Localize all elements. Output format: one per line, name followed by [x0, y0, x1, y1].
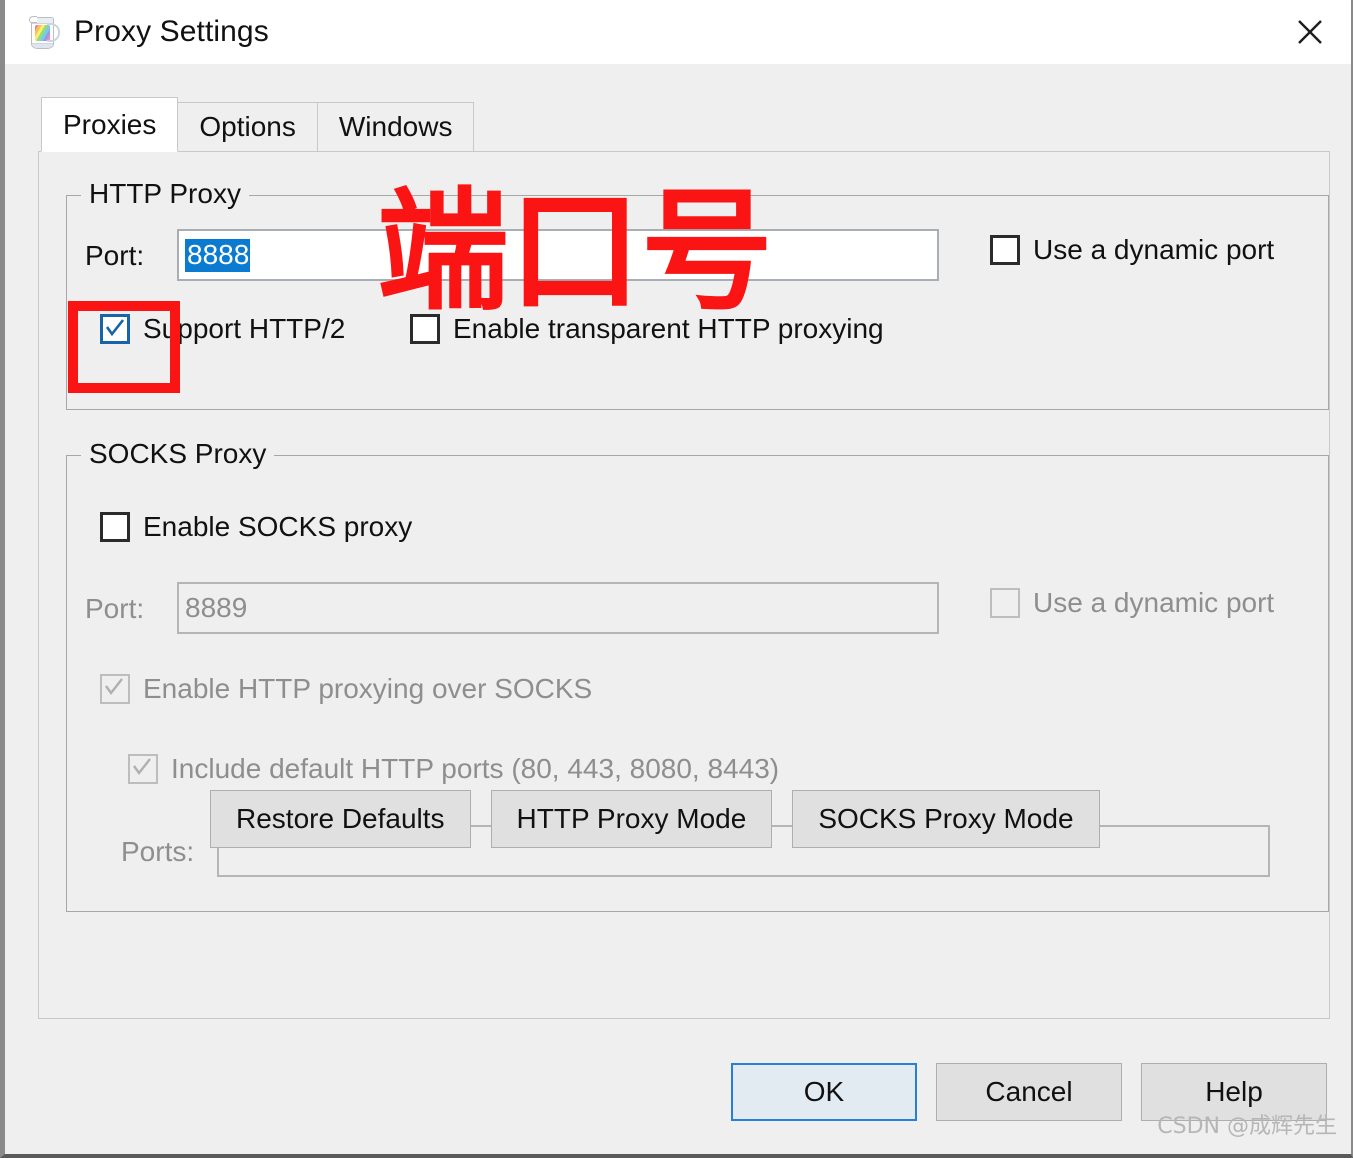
checkbox-box-icon — [990, 588, 1020, 618]
support-http2-checkbox[interactable]: Support HTTP/2 — [100, 313, 345, 345]
socks-proxy-group-title: SOCKS Proxy — [81, 438, 275, 470]
http-proxy-group-title: HTTP Proxy — [81, 178, 249, 210]
tab-windows-label: Windows — [338, 111, 453, 142]
transparent-http-proxying-label: Enable transparent HTTP proxying — [453, 313, 884, 344]
enable-socks-proxy-checkbox[interactable]: Enable SOCKS proxy — [100, 511, 412, 543]
include-default-http-ports-label: Include default HTTP ports (80, 443, 808… — [171, 753, 780, 784]
cancel-button[interactable]: Cancel — [936, 1063, 1122, 1121]
http-proxy-mode-label: HTTP Proxy Mode — [516, 803, 747, 834]
checkbox-box-icon — [100, 512, 130, 542]
mode-button-row: Restore Defaults HTTP Proxy Mode SOCKS P… — [210, 790, 1100, 848]
socks-dynamic-port-checkbox[interactable]: Use a dynamic port — [990, 587, 1274, 619]
checkbox-checked-disabled-icon — [128, 754, 158, 784]
charles-pitcher-icon — [27, 14, 61, 50]
socks-port-label: Port: — [85, 593, 145, 624]
checkbox-checked-disabled-icon — [100, 674, 130, 704]
help-button-label: Help — [1205, 1076, 1263, 1107]
http-over-socks-checkbox[interactable]: Enable HTTP proxying over SOCKS — [100, 673, 592, 705]
proxy-settings-window: Proxy Settings Proxies Options Windows H… — [0, 0, 1353, 1158]
http-dynamic-port-label: Use a dynamic port — [1033, 234, 1275, 265]
ok-button-label: OK — [803, 1076, 845, 1107]
socks-port-input[interactable]: 8889 — [177, 582, 939, 634]
checkbox-box-icon — [990, 235, 1020, 265]
watermark: CSDN @成辉先生 — [1157, 1114, 1337, 1139]
socks-ports-label: Ports: — [121, 836, 195, 867]
tab-options-label: Options — [199, 111, 296, 142]
enable-socks-proxy-label: Enable SOCKS proxy — [143, 511, 413, 542]
support-http2-label: Support HTTP/2 — [143, 313, 346, 344]
tab-proxies-label: Proxies — [63, 108, 157, 140]
tab-options[interactable]: Options — [177, 102, 318, 152]
http-port-input[interactable]: 8888 — [177, 229, 939, 281]
close-icon[interactable] — [1281, 6, 1339, 58]
proxies-tab-panel: HTTP Proxy Port: 8888 Use a dynamic port… — [38, 151, 1330, 1019]
cancel-button-label: Cancel — [985, 1076, 1073, 1107]
restore-defaults-button[interactable]: Restore Defaults — [210, 790, 471, 848]
http-proxy-mode-button[interactable]: HTTP Proxy Mode — [490, 790, 773, 848]
window-titlebar: Proxy Settings — [5, 0, 1351, 64]
http-port-label: Port: — [85, 240, 145, 271]
include-default-http-ports-checkbox[interactable]: Include default HTTP ports (80, 443, 808… — [128, 753, 779, 785]
socks-proxy-mode-button[interactable]: SOCKS Proxy Mode — [792, 790, 1100, 848]
tab-proxies[interactable]: Proxies — [41, 97, 179, 152]
http-over-socks-label: Enable HTTP proxying over SOCKS — [143, 673, 593, 704]
socks-port-value: 8889 — [185, 592, 248, 623]
restore-defaults-label: Restore Defaults — [236, 803, 445, 834]
tab-windows[interactable]: Windows — [316, 102, 475, 152]
socks-dynamic-port-label: Use a dynamic port — [1033, 587, 1275, 618]
http-dynamic-port-checkbox[interactable]: Use a dynamic port — [990, 234, 1274, 266]
socks-proxy-mode-label: SOCKS Proxy Mode — [818, 803, 1074, 834]
tab-strip: Proxies Options Windows — [41, 97, 475, 152]
http-port-value: 8888 — [185, 238, 251, 272]
window-title: Proxy Settings — [74, 15, 269, 48]
checkbox-box-icon — [410, 314, 440, 344]
http-proxy-group: HTTP Proxy Port: 8888 Use a dynamic port… — [66, 178, 1329, 410]
ok-button[interactable]: OK — [731, 1063, 917, 1121]
transparent-http-proxying-checkbox[interactable]: Enable transparent HTTP proxying — [410, 313, 884, 345]
checkbox-checked-icon — [100, 314, 130, 344]
